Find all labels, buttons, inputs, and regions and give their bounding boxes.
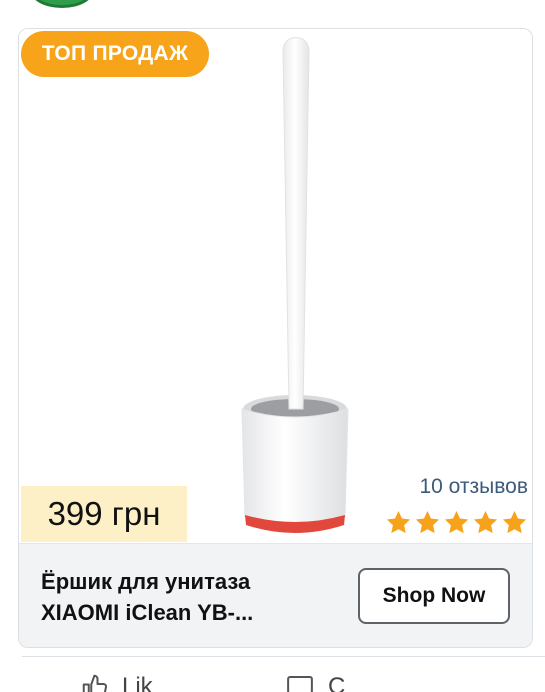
page-logo[interactable] — [30, 0, 94, 8]
product-ad-card[interactable]: ТОП ПРОДАЖ 399 грн 10 отзывов Ёршик для … — [18, 28, 533, 648]
top-sales-badge: ТОП ПРОДАЖ — [21, 31, 209, 77]
like-label: Lik — [122, 673, 153, 692]
star-icon — [473, 511, 498, 534]
star-icon — [444, 511, 469, 534]
star-icon — [386, 511, 411, 534]
product-image[interactable]: ТОП ПРОДАЖ 399 грн 10 отзывов — [19, 29, 532, 543]
product-title-line-2: XIAOMI iClean YB-... — [41, 600, 254, 625]
rating-stars — [385, 509, 528, 536]
comment-label: C — [328, 673, 346, 692]
product-title[interactable]: Ёршик для унитаза XIAOMI iClean YB-... — [41, 566, 341, 628]
like-button[interactable]: Lik — [80, 672, 153, 692]
price-label: 399 грн — [21, 486, 187, 542]
comment-icon — [287, 676, 313, 692]
thumbs-up-icon — [82, 674, 108, 692]
post-actions-bar: Lik C — [0, 672, 545, 692]
shop-now-button[interactable]: Shop Now — [358, 568, 510, 624]
toilet-brush-image — [241, 37, 349, 533]
ad-footer: Ёршик для унитаза XIAOMI iClean YB-... S… — [19, 543, 532, 647]
reviews-count[interactable]: 10 отзывов — [419, 475, 528, 499]
product-title-line-1: Ёршик для унитаза — [41, 569, 251, 594]
comment-button[interactable]: C — [284, 672, 345, 692]
divider — [22, 656, 545, 657]
star-icon — [502, 511, 527, 534]
star-icon — [415, 511, 440, 534]
